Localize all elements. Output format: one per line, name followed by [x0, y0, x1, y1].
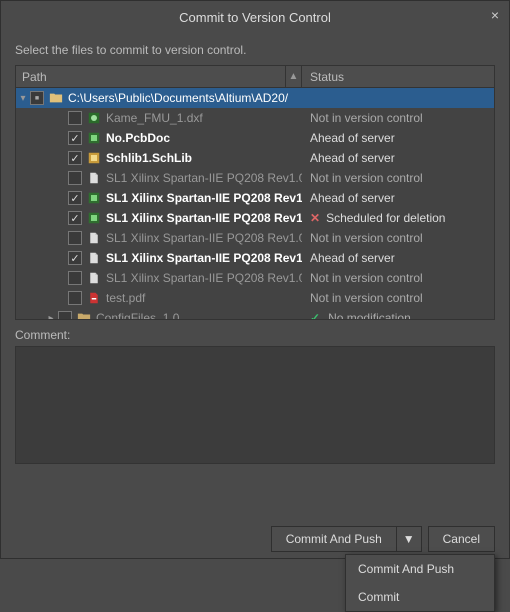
status-text: Not in version control	[310, 111, 423, 125]
delete-x-icon: ✕	[310, 211, 320, 225]
file-icon	[86, 150, 102, 166]
file-icon	[86, 210, 102, 226]
checkbox[interactable]	[68, 291, 82, 305]
expand-icon[interactable]: ▾	[16, 93, 30, 104]
checkbox[interactable]	[58, 311, 72, 319]
dialog-content: Select the files to commit to version co…	[1, 33, 509, 516]
status-text: Not in version control	[310, 231, 423, 245]
checkbox[interactable]	[68, 271, 82, 285]
file-row[interactable]: SL1 Xilinx Spartan-IIE PQ208 Rev1.02.P ✕ S…	[16, 208, 494, 228]
dialog-title: Commit to Version Control	[179, 10, 331, 25]
file-name: No.PcbDoc	[106, 131, 170, 145]
sort-arrow-icon[interactable]: ▲	[286, 66, 302, 87]
status-text: Ahead of server	[310, 131, 395, 145]
dropdown-item-commit[interactable]: Commit	[346, 583, 494, 611]
commit-push-button-group: Commit And Push ▼	[271, 526, 422, 552]
file-name: SL1 Xilinx Spartan-IIE PQ208 Rev1.02.P	[106, 211, 302, 225]
folder-row-root[interactable]: ▾ C:\Users\Public\Documents\Altium\AD20/	[16, 88, 494, 108]
file-name: test.pdf	[106, 291, 145, 305]
expand-icon[interactable]: ▸	[44, 313, 58, 320]
folder-path: C:\Users\Public\Documents\Altium\AD20/	[68, 91, 288, 105]
comment-label: Comment:	[15, 328, 495, 342]
status-text: Not in version control	[310, 291, 423, 305]
file-icon	[86, 230, 102, 246]
commit-dialog: Commit to Version Control × Select the f…	[0, 0, 510, 559]
folder-icon	[76, 310, 92, 319]
checkbox[interactable]	[68, 211, 82, 225]
checkbox[interactable]	[68, 151, 82, 165]
status-text: Ahead of server	[310, 151, 395, 165]
grid-header: Path ▲ Status	[16, 66, 494, 88]
dropdown-item-commit-push[interactable]: Commit And Push	[346, 555, 494, 583]
file-row[interactable]: test.pdf Not in version control	[16, 288, 494, 308]
checkbox[interactable]	[68, 171, 82, 185]
file-row[interactable]: No.PcbDoc Ahead of server	[16, 128, 494, 148]
file-icon	[86, 270, 102, 286]
checkbox[interactable]	[30, 91, 44, 105]
file-row[interactable]: Schlib1.SchLib Ahead of server	[16, 148, 494, 168]
chevron-down-icon: ▼	[403, 532, 415, 546]
file-icon	[86, 170, 102, 186]
file-row[interactable]: SL1 Xilinx Spartan-IIE PQ208 Rev1.02.h No…	[16, 168, 494, 188]
column-header-path[interactable]: Path	[16, 66, 286, 87]
checkbox[interactable]	[68, 251, 82, 265]
folder-name: ConfigFiles_1.0	[96, 311, 179, 319]
file-icon	[86, 250, 102, 266]
checkbox[interactable]	[68, 131, 82, 145]
file-grid: Path ▲ Status ▾ C:\Users\Public\Document…	[15, 65, 495, 320]
file-icon	[86, 110, 102, 126]
status-text: No modification	[328, 311, 411, 319]
titlebar: Commit to Version Control ×	[1, 1, 509, 33]
cancel-button[interactable]: Cancel	[428, 526, 495, 552]
check-icon: ✓	[310, 311, 320, 319]
file-row[interactable]: SL1 Xilinx Spartan-IIE PQ208 Rev1.02.t No…	[16, 268, 494, 288]
file-name: Schlib1.SchLib	[106, 151, 192, 165]
file-row[interactable]: Kame_FMU_1.dxf Not in version control	[16, 108, 494, 128]
file-name: SL1 Xilinx Spartan-IIE PQ208 Rev1.02.h	[106, 171, 302, 185]
status-text: Not in version control	[310, 171, 423, 185]
commit-push-dropdown-toggle[interactable]: ▼	[396, 526, 422, 552]
commit-dropdown-menu: Commit And Push Commit	[345, 554, 495, 612]
file-icon	[86, 290, 102, 306]
file-icon	[86, 190, 102, 206]
status-text: Ahead of server	[310, 191, 395, 205]
comment-textarea[interactable]	[15, 346, 495, 464]
checkbox[interactable]	[68, 231, 82, 245]
file-row[interactable]: SL1 Xilinx Spartan-IIE PQ208 Rev1.02.P Ah…	[16, 188, 494, 208]
file-name: SL1 Xilinx Spartan-IIE PQ208 Rev1.02.P	[106, 231, 302, 245]
commit-push-button[interactable]: Commit And Push	[271, 526, 396, 552]
file-name: SL1 Xilinx Spartan-IIE PQ208 Rev1.02.P	[106, 251, 302, 265]
file-name: SL1 Xilinx Spartan-IIE PQ208 Rev1.02.P	[106, 191, 302, 205]
file-row[interactable]: SL1 Xilinx Spartan-IIE PQ208 Rev1.02.P Ah…	[16, 248, 494, 268]
folder-icon	[48, 90, 64, 106]
instruction-text: Select the files to commit to version co…	[15, 43, 495, 57]
status-text: Not in version control	[310, 271, 423, 285]
dialog-footer: Commit And Push ▼ Cancel Commit And Push…	[1, 516, 509, 558]
file-row[interactable]: SL1 Xilinx Spartan-IIE PQ208 Rev1.02.P No…	[16, 228, 494, 248]
grid-body: ▾ C:\Users\Public\Documents\Altium\AD20/…	[16, 88, 494, 319]
close-icon[interactable]: ×	[491, 7, 499, 23]
file-icon	[86, 130, 102, 146]
checkbox[interactable]	[68, 191, 82, 205]
folder-row-sub[interactable]: ▸ ConfigFiles_1.0 ✓ No modification	[16, 308, 494, 319]
column-header-status[interactable]: Status	[302, 66, 494, 87]
file-name: SL1 Xilinx Spartan-IIE PQ208 Rev1.02.t	[106, 271, 302, 285]
file-name: Kame_FMU_1.dxf	[106, 111, 203, 125]
status-text: Ahead of server	[310, 251, 395, 265]
status-text: Scheduled for deletion	[326, 211, 445, 225]
checkbox[interactable]	[68, 111, 82, 125]
